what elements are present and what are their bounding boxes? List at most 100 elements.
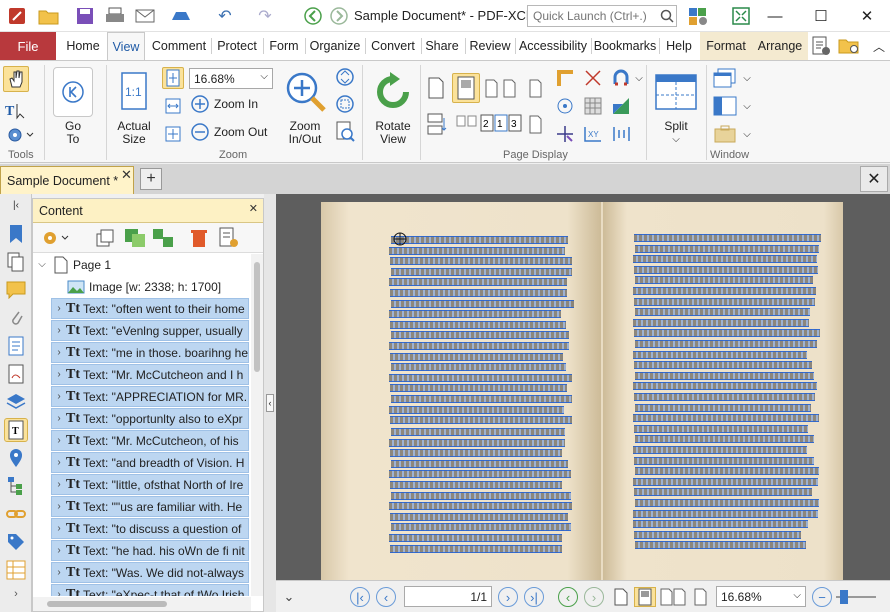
open-folder-icon[interactable]: [36, 4, 62, 28]
close-button[interactable]: ✕: [844, 0, 890, 32]
tree-row-text[interactable]: › Tt Text: "little, ofsthat North of Ire: [51, 474, 249, 495]
tile-window-icon[interactable]: [712, 95, 738, 117]
previous-view-button[interactable]: ‹: [558, 587, 578, 607]
tree-row-text[interactable]: › Tt Text: "to discuss a question of: [51, 518, 249, 539]
document-view[interactable]: [276, 194, 890, 580]
hand-tool-icon[interactable]: [3, 66, 29, 92]
tree-row-text[interactable]: › Tt Text: "Mr. McCutcheon and I h: [51, 364, 249, 385]
cover-page-icon[interactable]: [526, 75, 546, 101]
bookmarks-panel-icon[interactable]: [4, 222, 28, 246]
undo-icon[interactable]: ↶: [212, 4, 238, 28]
continuous-page-icon[interactable]: [452, 73, 480, 103]
expand-icon[interactable]: ›: [52, 435, 66, 446]
collapse-ribbon-icon[interactable]: ︿: [866, 34, 890, 58]
app-logo-icon[interactable]: [4, 4, 30, 28]
tab-review[interactable]: Review: [467, 32, 513, 60]
structure-panel-icon[interactable]: [4, 474, 28, 498]
minimize-button[interactable]: —: [752, 0, 798, 32]
split-pages-icon[interactable]: [424, 111, 450, 137]
page-copy-icon[interactable]: [93, 227, 117, 249]
tree-row-text[interactable]: › Tt Text: "eXpec-t that of tWo Irish: [51, 584, 249, 596]
tab-accessibility[interactable]: Accessibility: [517, 32, 589, 60]
expand-icon[interactable]: ›: [52, 413, 66, 424]
select-text-icon[interactable]: T: [3, 97, 29, 123]
strip-collapse-icon[interactable]: |‹: [4, 198, 28, 212]
tree-row-text[interactable]: › Tt Text: "eVenlng supper, usually: [51, 320, 249, 341]
actual-size-button[interactable]: 1:1 Actual Size: [112, 67, 156, 146]
destinations-panel-icon[interactable]: [4, 334, 28, 358]
tab-comment[interactable]: Comment: [147, 32, 211, 60]
expand-icon[interactable]: ›: [52, 567, 66, 578]
tab-format[interactable]: Format: [700, 32, 752, 60]
first-page-button[interactable]: |‹: [350, 587, 370, 607]
magnet-dropdown-icon[interactable]: ⌵: [632, 67, 646, 89]
attachments-panel-icon[interactable]: [4, 306, 28, 330]
fullscreen-icon[interactable]: [728, 4, 754, 28]
tab-organize[interactable]: Organize: [307, 32, 363, 60]
single-page-view-icon[interactable]: [610, 587, 632, 607]
new-window-icon[interactable]: [712, 67, 738, 89]
fields-panel-icon[interactable]: [4, 558, 28, 582]
maximize-button[interactable]: ☐: [798, 0, 844, 32]
scrollbar-thumb[interactable]: [254, 262, 260, 372]
grid-icon[interactable]: [582, 95, 604, 117]
tree-row-text[interactable]: › Tt Text: "often went to their home: [51, 298, 249, 319]
tab-arrange[interactable]: Arrange: [752, 32, 808, 60]
previous-page-button[interactable]: ‹: [376, 587, 396, 607]
tab-home[interactable]: Home: [60, 32, 106, 60]
zoom-inout-button[interactable]: Zoom In/Out: [280, 67, 330, 146]
expand-icon[interactable]: ›: [52, 391, 66, 402]
continuous-view-icon[interactable]: [634, 587, 656, 607]
page-number-input[interactable]: 1/1: [404, 586, 492, 607]
group-icon[interactable]: [123, 227, 147, 249]
page-arrangement-icon[interactable]: [526, 111, 546, 137]
tab-convert[interactable]: Convert: [367, 32, 419, 60]
tree-row-text[interactable]: › Tt Text: ""us are familiar with. He: [51, 496, 249, 517]
coordinates-icon[interactable]: XY: [582, 123, 604, 145]
facing-pages-icon[interactable]: [484, 75, 524, 101]
fit-visible-icon[interactable]: [162, 123, 184, 145]
signatures-panel-icon[interactable]: [4, 362, 28, 386]
customize-icon[interactable]: [684, 4, 720, 28]
next-view-button[interactable]: ›: [584, 587, 604, 607]
back-icon[interactable]: [300, 4, 326, 28]
window-dropdown-icon[interactable]: ⌵: [740, 67, 754, 89]
pdf-page[interactable]: [321, 202, 843, 580]
tab-form[interactable]: Form: [265, 32, 303, 60]
expand-icon[interactable]: ›: [52, 523, 66, 534]
tab-view[interactable]: View: [107, 32, 145, 60]
status-zoom-combo[interactable]: 16.68% ⌵: [716, 586, 806, 607]
tree-row-text[interactable]: › Tt Text: "he had. his oWn de fi nit: [51, 540, 249, 561]
comments-panel-icon[interactable]: [4, 278, 28, 302]
tab-help[interactable]: Help: [661, 32, 697, 60]
magnet-icon[interactable]: [610, 67, 632, 89]
crosshair-icon[interactable]: [554, 123, 576, 145]
ungroup-icon[interactable]: [151, 227, 175, 249]
search-icon[interactable]: [654, 4, 680, 28]
tree-row-page[interactable]: ⌵ Page 1: [35, 254, 249, 275]
zoom-in-button[interactable]: Zoom In: [190, 94, 258, 114]
zoom-out-button[interactable]: Zoom Out: [190, 122, 267, 142]
strip-more-icon[interactable]: ›: [4, 586, 28, 602]
expand-icon[interactable]: ›: [52, 369, 66, 380]
tab-protect[interactable]: Protect: [213, 32, 261, 60]
goto-button[interactable]: Go To: [50, 67, 96, 146]
workspace-dropdown-icon[interactable]: ⌵: [740, 123, 754, 145]
close-document-button[interactable]: ✕: [860, 166, 888, 192]
status-zoom-out-button[interactable]: −: [812, 587, 832, 607]
document-tab-close-icon[interactable]: ✕: [121, 167, 132, 183]
folder-search-icon[interactable]: [836, 34, 862, 58]
new-tab-button[interactable]: +: [140, 168, 162, 190]
single-page-icon[interactable]: [424, 75, 448, 101]
rotate-view-button[interactable]: Rotate View: [368, 67, 418, 146]
tree-row-text[interactable]: › Tt Text: "me in those. boarihng he: [51, 342, 249, 363]
line-weights-icon[interactable]: [610, 123, 632, 145]
collapse-panel-icon[interactable]: ‹: [266, 394, 274, 412]
grid-pages-icon[interactable]: [454, 111, 480, 137]
tools-gear-icon[interactable]: [3, 123, 37, 147]
scanner-icon[interactable]: [168, 4, 194, 28]
document-properties-icon[interactable]: [808, 34, 834, 58]
status-options-icon[interactable]: ⌄: [278, 587, 300, 607]
tree-horizontal-scrollbar[interactable]: [33, 597, 251, 611]
links-panel-icon[interactable]: [4, 502, 28, 526]
